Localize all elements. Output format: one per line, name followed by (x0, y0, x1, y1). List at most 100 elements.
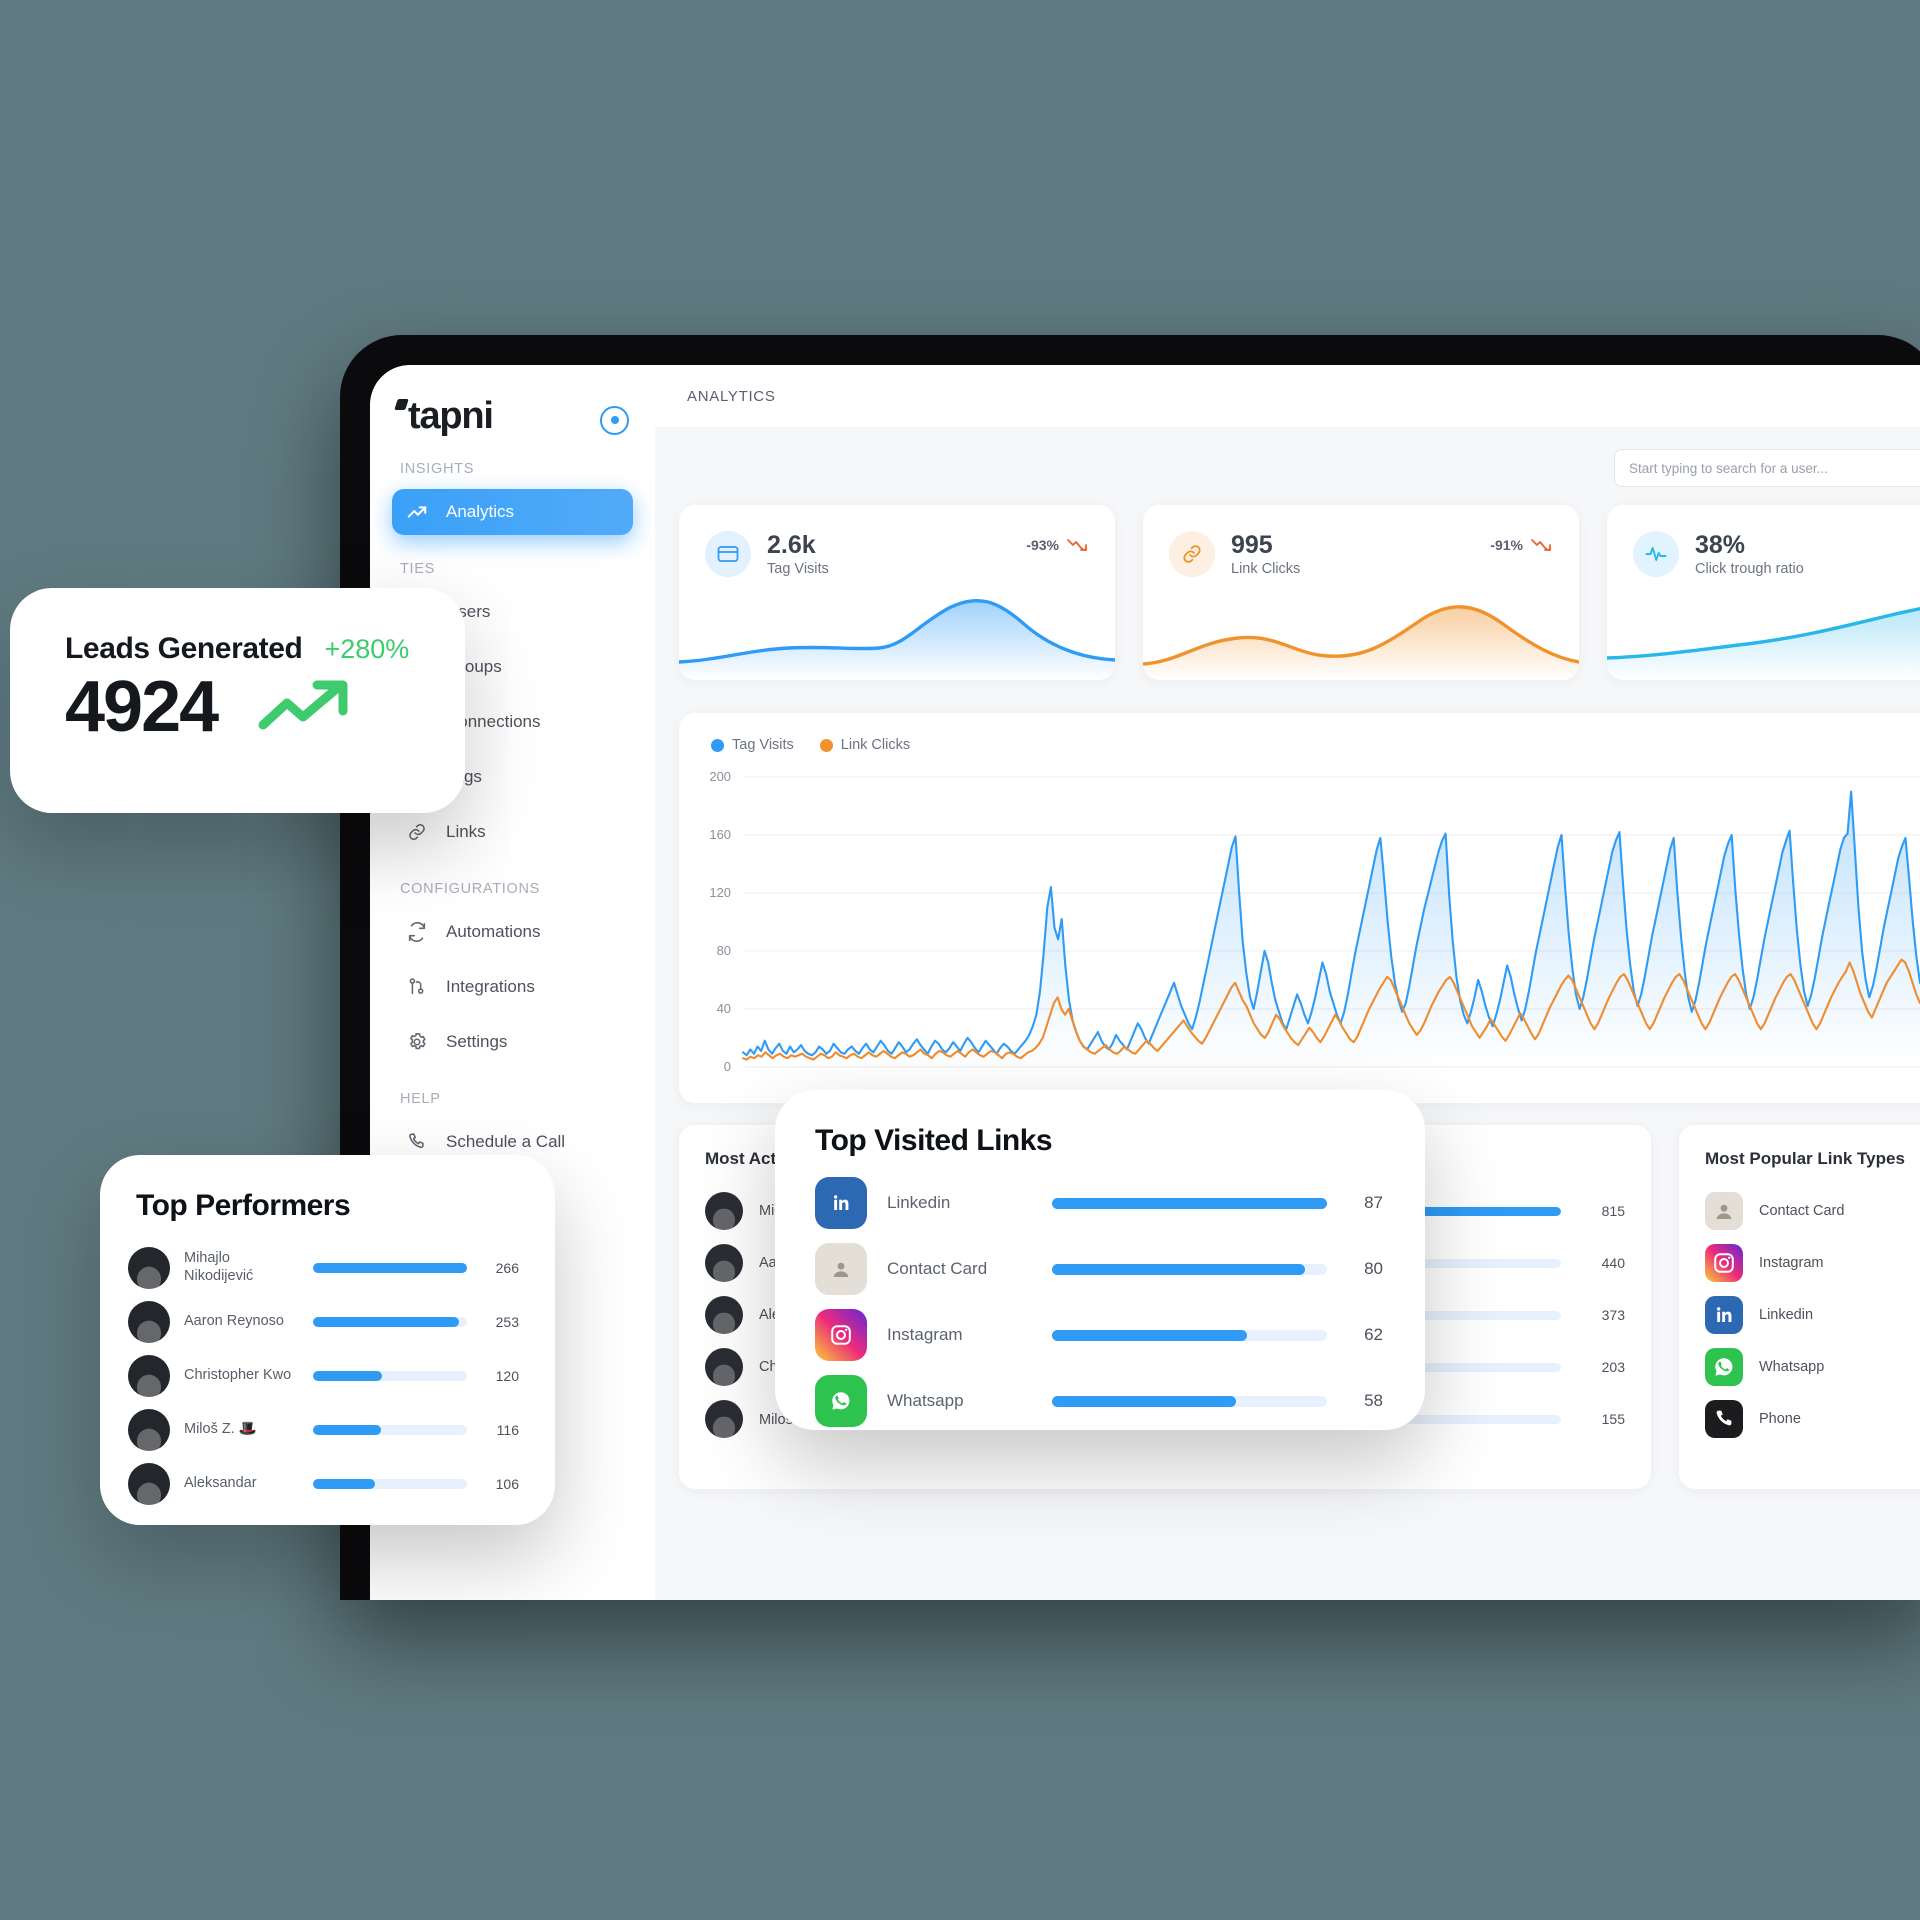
kpi-value: 2.6k (767, 531, 816, 559)
avatar (128, 1463, 170, 1505)
kpi-delta: -91% (1490, 537, 1553, 553)
svg-text:200: 200 (709, 771, 731, 784)
svg-text:0: 0 (724, 1059, 731, 1074)
link-name: Linkedin (887, 1193, 951, 1212)
sidebar-item-links[interactable]: Links (392, 809, 633, 855)
target-icon[interactable] (600, 405, 629, 435)
kpi-card-link-clicks[interactable]: 995 Link Clicks -91% (1143, 505, 1579, 680)
legend-item-link-clicks[interactable]: Link Clicks (819, 737, 910, 753)
kpi-cards: 2.6k Tag Visits -93% 995 Link Clicks -91… (679, 505, 1920, 680)
leads-delta: +280% (324, 633, 410, 664)
sidebar-section-configurations: CONFIGURATIONS Automations Integrations … (370, 881, 655, 1065)
sidebar-item-integrations[interactable]: Integrations (392, 964, 633, 1010)
sidebar-item-label: Schedule a Call (446, 1132, 566, 1151)
list-item[interactable]: Linkedin 87 (775, 1170, 1425, 1236)
list-item[interactable]: Miloš Z. 🎩 116 (100, 1403, 555, 1457)
link-icon (409, 824, 425, 840)
chart-legend: Tag Visits Link Clicks (679, 713, 1920, 753)
sidebar-item-settings[interactable]: Settings (392, 1019, 633, 1065)
avatar (128, 1409, 170, 1451)
whatsapp-icon (815, 1375, 867, 1427)
integrations-icon (409, 978, 424, 995)
list-item[interactable]: Aaron Reynoso 253 (100, 1295, 555, 1349)
search-input[interactable] (1614, 449, 1920, 487)
trend-up-icon (258, 680, 348, 730)
list-item[interactable]: Contact Card (1705, 1185, 1920, 1237)
link-type-name: Phone (1759, 1411, 1801, 1427)
list-item[interactable]: Instagram 62 (775, 1302, 1425, 1368)
progress-bar (1052, 1197, 1327, 1209)
phone-icon (1705, 1400, 1743, 1438)
kpi-delta-value: -91% (1490, 537, 1523, 553)
top-visited-links-title: Top Visited Links (815, 1124, 1053, 1157)
pulse-icon (1633, 531, 1679, 577)
page-title: ANALYTICS (687, 387, 776, 405)
kpi-delta: -93% (1026, 537, 1089, 553)
leads-value: 4924 (65, 667, 219, 747)
link-value: 80 (1364, 1259, 1383, 1278)
whatsapp-icon (1705, 1348, 1743, 1386)
link-name: Contact Card (887, 1259, 988, 1278)
user-value: 203 (1601, 1359, 1625, 1375)
link-name: Instagram (887, 1325, 963, 1344)
svg-text:120: 120 (709, 885, 731, 900)
sidebar-item-label: Automations (446, 922, 541, 941)
progress-bar (313, 1317, 467, 1327)
kpi-card-click-trough-ratio[interactable]: 38% Click trough ratio (1607, 505, 1920, 680)
leads-body: 4924 (10, 666, 465, 747)
list-item[interactable]: Aleksandar 106 (100, 1457, 555, 1511)
list-item[interactable]: Mihajlo Nikodijević 266 (100, 1241, 555, 1295)
avatar (128, 1301, 170, 1343)
user-value: 373 (1601, 1307, 1625, 1323)
sidebar-section-label-configurations: CONFIGURATIONS (400, 881, 541, 897)
performer-name: Aaron Reynoso (184, 1313, 284, 1330)
popular-link-types-panel: Most Popular Link Types Contact Card Inst… (1679, 1125, 1920, 1489)
linkedin-icon (1705, 1296, 1743, 1334)
list-item[interactable]: Whatsapp (1705, 1341, 1920, 1393)
user-value: 815 (1601, 1203, 1625, 1219)
user-value: 440 (1601, 1255, 1625, 1271)
legend-label: Tag Visits (732, 737, 794, 753)
avatar (705, 1244, 743, 1282)
progress-bar (1052, 1263, 1327, 1275)
sidebar-section-help: HELP Schedule a Call (370, 1091, 655, 1165)
kpi-card-tag-visits[interactable]: 2.6k Tag Visits -93% (679, 505, 1115, 680)
progress-bar (1052, 1395, 1327, 1407)
kpi-value: 38% (1695, 531, 1746, 559)
kpi-label: Click trough ratio (1695, 561, 1804, 577)
svg-text:160: 160 (709, 827, 731, 842)
list-item[interactable]: Phone (1705, 1393, 1920, 1445)
sidebar-item-analytics[interactable]: Analytics (392, 489, 633, 535)
panel-title: Most Popular Link Types (1705, 1149, 1905, 1168)
avatar (705, 1348, 743, 1386)
link-types-list: Contact Card Instagram Linkedin Whatsapp Pho… (1705, 1185, 1920, 1445)
sidebar-section-label-insights: INSIGHTS (400, 461, 475, 477)
list-item[interactable]: Whatsapp 58 (775, 1368, 1425, 1434)
card-icon (705, 531, 751, 577)
link-type-name: Instagram (1759, 1255, 1824, 1271)
topbar: ANALYTICS (655, 365, 1920, 427)
performer-name: Miloš Z. 🎩 (184, 1421, 257, 1438)
legend-dot-tag-visits (711, 738, 724, 752)
sidebar-item-label: Links (446, 822, 486, 841)
instagram-icon (815, 1309, 867, 1361)
list-item[interactable]: Christopher Kwo 120 (100, 1349, 555, 1403)
sidebar-item-automations[interactable]: Automations (392, 909, 633, 955)
legend-item-tag-visits[interactable]: Tag Visits (711, 737, 794, 753)
list-item[interactable]: Instagram (1705, 1237, 1920, 1289)
top-performers-title: Top Performers (136, 1189, 351, 1222)
progress-bar (313, 1371, 467, 1381)
legend-dot-link-clicks (819, 738, 833, 752)
performer-value: 106 (495, 1476, 519, 1492)
avatar (128, 1355, 170, 1397)
performer-value: 253 (495, 1314, 519, 1330)
list-item[interactable]: Contact Card 80 (775, 1236, 1425, 1302)
list-item[interactable]: Linkedin (1705, 1289, 1920, 1341)
instagram-icon (1705, 1244, 1743, 1282)
progress-bar (313, 1425, 467, 1435)
top-performers-list: Mihajlo Nikodijević 266 Aaron Reynoso 253 Ch… (100, 1241, 555, 1511)
sidebar-item-label: Integrations (446, 977, 535, 996)
avatar (705, 1296, 743, 1334)
trend-down-icon (1531, 539, 1551, 551)
link-icon (1169, 531, 1215, 577)
